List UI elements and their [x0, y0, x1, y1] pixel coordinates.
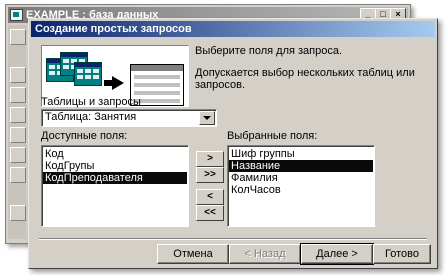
- available-fields-list[interactable]: Код КодГрупы КодПреподавателя: [41, 145, 189, 227]
- back-button[interactable]: < Назад: [229, 244, 301, 264]
- note-text-line2: запросов.: [195, 79, 245, 91]
- simple-query-wizard: Создание простых запросов Выберите поля …: [28, 18, 438, 269]
- sidebar-slot[interactable]: [10, 29, 26, 45]
- add-field-button[interactable]: >: [196, 151, 224, 167]
- sidebar-slot[interactable]: [10, 205, 26, 221]
- selected-fields-label: Выбранные поля:: [227, 130, 318, 142]
- sidebar-slot[interactable]: [10, 127, 26, 143]
- note-text-line1: Допускается выбор нескольких таблиц или: [195, 67, 415, 79]
- table-icon: [74, 62, 102, 86]
- dialog-title: Создание простых запросов: [31, 21, 435, 37]
- sidebar-slot[interactable]: [10, 147, 26, 163]
- list-item[interactable]: Шиф группы: [229, 148, 373, 160]
- cancel-button[interactable]: Отмена: [157, 244, 229, 264]
- selected-fields-list[interactable]: Шиф группы Название Фамилия КолЧасов: [227, 145, 375, 227]
- finish-button[interactable]: Готово: [373, 244, 431, 264]
- tables-queries-combobox[interactable]: Таблица: Занятия: [41, 109, 217, 127]
- divider: [39, 238, 427, 240]
- database-app-icon: [10, 9, 23, 21]
- available-fields-label: Доступные поля:: [41, 130, 128, 142]
- sidebar-slot[interactable]: [10, 87, 26, 103]
- sidebar-slot[interactable]: [10, 107, 26, 123]
- combobox-value: Таблица: Занятия: [45, 111, 137, 123]
- sidebar-slot[interactable]: [10, 167, 26, 183]
- list-item[interactable]: КодГрупы: [43, 160, 187, 172]
- add-all-fields-button[interactable]: >>: [196, 167, 224, 183]
- chevron-down-icon[interactable]: [199, 111, 215, 125]
- sidebar-slot[interactable]: [10, 67, 26, 83]
- instruction-text: Выберите поля для запроса.: [195, 45, 343, 57]
- main-window-sidebar: [8, 25, 26, 239]
- list-item[interactable]: Код: [43, 148, 187, 160]
- list-item[interactable]: Фамилия: [229, 172, 373, 184]
- arrow-icon: [112, 76, 124, 90]
- tables-queries-label: Таблицы и запросы: [41, 96, 141, 108]
- list-item[interactable]: Название: [229, 160, 373, 172]
- remove-field-button[interactable]: <: [196, 189, 224, 205]
- list-item[interactable]: КодПреподавателя: [43, 172, 187, 184]
- remove-all-fields-button[interactable]: <<: [196, 205, 224, 221]
- list-item[interactable]: КолЧасов: [229, 184, 373, 196]
- next-button[interactable]: Далее >: [300, 243, 374, 265]
